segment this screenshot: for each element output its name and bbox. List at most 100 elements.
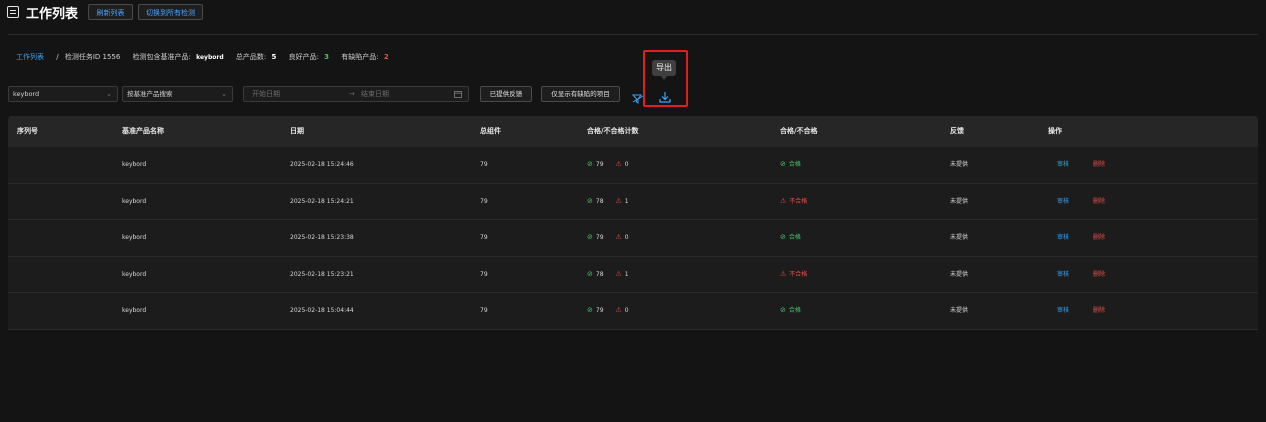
fail-count: 0 bbox=[624, 307, 629, 315]
date-range-arrow: → bbox=[349, 90, 355, 98]
check-circle-icon: ⊘ bbox=[780, 306, 786, 315]
status-text: 合格 bbox=[788, 307, 801, 315]
breadcrumb: 工作列表 / 检测任务ID 1556 检测包含基准产品: keybord 总产品… bbox=[16, 52, 389, 62]
fail-count: 0 bbox=[624, 234, 629, 242]
status-text: 不合格 bbox=[789, 270, 808, 278]
header-divider bbox=[8, 34, 1258, 35]
header-pass-fail: 合格/不合格 bbox=[780, 127, 818, 135]
table-row: keybord 2025-02-18 15:24:21 79 ⊘ 78 ⚠ 1 ⚠ 不… bbox=[8, 183, 1258, 221]
calendar-icon bbox=[454, 87, 462, 103]
review-link[interactable]: 审核 bbox=[1057, 293, 1069, 328]
check-circle-icon: ⊘ bbox=[780, 233, 786, 242]
page-title: 工作列表 bbox=[26, 7, 79, 22]
chevron-down-icon: ⌄ bbox=[106, 90, 112, 98]
base-product-search-placeholder: 按基准产品搜索 bbox=[127, 90, 173, 98]
header-serial: 序列号 bbox=[17, 127, 38, 135]
delete-link[interactable]: 删除 bbox=[1093, 184, 1105, 219]
delete-link[interactable]: 删除 bbox=[1093, 147, 1105, 182]
cell-total: 79 bbox=[480, 270, 488, 278]
header-pass-fail-count: 合格/不合格计数 bbox=[587, 127, 639, 135]
cell-feedback: 未提供 bbox=[950, 234, 969, 242]
check-circle-icon: ⊘ bbox=[587, 306, 593, 315]
cell-date: 2025-02-18 15:24:21 bbox=[290, 197, 354, 205]
check-circle-icon: ⊘ bbox=[780, 160, 786, 168]
cell-base-product: keybord bbox=[122, 234, 147, 242]
chevron-down-icon: ⌄ bbox=[221, 90, 227, 98]
pass-count: 78 bbox=[595, 197, 604, 205]
total-products-label: 总产品数: bbox=[235, 53, 267, 61]
defect-products-value: 2 bbox=[383, 53, 389, 61]
cell-pass-fail-count: ⊘ 79 ⚠ 0 bbox=[587, 293, 629, 328]
date-range-picker[interactable]: 开始日期 → 结束日期 bbox=[243, 86, 469, 102]
defect-only-button[interactable]: 仅显示有缺陷的项目 bbox=[541, 86, 620, 102]
review-link[interactable]: 审核 bbox=[1057, 220, 1069, 255]
warning-triangle-icon: ⚠ bbox=[615, 269, 622, 278]
warning-triangle-icon: ⚠ bbox=[615, 233, 622, 242]
cell-status: ⊘ 合格 bbox=[780, 293, 801, 328]
worklist-icon bbox=[7, 6, 19, 18]
pass-count: 79 bbox=[595, 307, 604, 315]
delete-link[interactable]: 删除 bbox=[1093, 293, 1105, 328]
delete-link[interactable]: 删除 bbox=[1093, 220, 1105, 255]
cell-feedback: 未提供 bbox=[950, 161, 969, 168]
cell-feedback: 未提供 bbox=[950, 270, 969, 278]
work-table: 序列号 基准产品名称 日期 总组件 合格/不合格计数 合格/不合格 反馈 操作 … bbox=[8, 116, 1258, 330]
breadcrumb-worklist-link[interactable]: 工作列表 bbox=[16, 53, 44, 61]
cell-status: ⚠ 不合格 bbox=[780, 184, 807, 219]
cell-base-product: keybord bbox=[122, 270, 147, 278]
check-circle-icon: ⊘ bbox=[587, 233, 593, 242]
feedback-provided-button[interactable]: 已提供反馈 bbox=[480, 86, 532, 102]
total-products-value: 5 bbox=[271, 53, 277, 61]
cell-total: 79 bbox=[480, 234, 488, 242]
review-link[interactable]: 审核 bbox=[1057, 257, 1069, 292]
warning-triangle-icon: ⚠ bbox=[615, 160, 622, 168]
cell-status: ⊘ 合格 bbox=[780, 147, 801, 182]
status-text: 不合格 bbox=[789, 197, 808, 205]
pass-count: 79 bbox=[595, 161, 604, 168]
header-date: 日期 bbox=[290, 127, 304, 135]
cell-total: 79 bbox=[480, 197, 488, 205]
base-product-search-select[interactable]: 按基准产品搜索 ⌄ bbox=[122, 86, 233, 102]
cell-pass-fail-count: ⊘ 79 ⚠ 0 bbox=[587, 147, 629, 182]
fail-count: 1 bbox=[624, 197, 629, 205]
cell-base-product: keybord bbox=[122, 307, 147, 315]
table-row: keybord 2025-02-18 15:04:44 79 ⊘ 79 ⚠ 0 ⊘ 合… bbox=[8, 293, 1258, 330]
table-row: keybord 2025-02-18 15:23:38 79 ⊘ 79 ⚠ 0 ⊘ 合… bbox=[8, 220, 1258, 257]
cell-pass-fail-count: ⊘ 79 ⚠ 0 bbox=[587, 220, 629, 255]
cell-date: 2025-02-18 15:23:38 bbox=[290, 234, 354, 242]
warning-triangle-icon: ⚠ bbox=[780, 196, 787, 205]
breadcrumb-separator: / bbox=[56, 53, 59, 61]
review-link[interactable]: 审核 bbox=[1057, 184, 1069, 219]
fail-count: 0 bbox=[624, 161, 629, 168]
date-end-input[interactable]: 结束日期 bbox=[361, 87, 389, 101]
cell-date: 2025-02-18 15:04:44 bbox=[290, 307, 354, 315]
cell-feedback: 未提供 bbox=[950, 197, 969, 205]
product-select[interactable]: keybord ⌄ bbox=[8, 86, 118, 102]
switch-all-detections-button[interactable]: 切换到所有检测 bbox=[138, 4, 203, 20]
warning-triangle-icon: ⚠ bbox=[615, 306, 622, 315]
cell-base-product: keybord bbox=[122, 197, 147, 205]
warning-triangle-icon: ⚠ bbox=[615, 196, 622, 205]
good-products-label: 良好产品: bbox=[288, 53, 319, 61]
cell-date: 2025-02-18 15:24:46 bbox=[290, 161, 354, 168]
status-text: 合格 bbox=[788, 234, 801, 242]
base-product-label: 检测包含基准产品: bbox=[132, 53, 191, 61]
pass-count: 78 bbox=[595, 270, 604, 278]
cell-pass-fail-count: ⊘ 78 ⚠ 1 bbox=[587, 184, 629, 219]
table-header: 序列号 基准产品名称 日期 总组件 合格/不合格计数 合格/不合格 反馈 操作 bbox=[8, 116, 1258, 147]
status-text: 合格 bbox=[788, 161, 801, 168]
cell-feedback: 未提供 bbox=[950, 307, 969, 315]
check-circle-icon: ⊘ bbox=[587, 196, 593, 205]
date-start-input[interactable]: 开始日期 bbox=[252, 87, 280, 101]
delete-link[interactable]: 删除 bbox=[1093, 257, 1105, 292]
cell-total: 79 bbox=[480, 161, 488, 168]
product-select-value: keybord bbox=[13, 90, 40, 98]
refresh-list-button[interactable]: 刷新列表 bbox=[88, 4, 133, 20]
cell-total: 79 bbox=[480, 307, 488, 315]
cell-status: ⊘ 合格 bbox=[780, 220, 801, 255]
header-total: 总组件 bbox=[480, 127, 501, 135]
cell-pass-fail-count: ⊘ 78 ⚠ 1 bbox=[587, 257, 629, 292]
review-link[interactable]: 审核 bbox=[1057, 147, 1069, 182]
table-row: keybord 2025-02-18 15:23:21 79 ⊘ 78 ⚠ 1 ⚠ 不… bbox=[8, 256, 1258, 294]
fail-count: 1 bbox=[624, 270, 629, 278]
